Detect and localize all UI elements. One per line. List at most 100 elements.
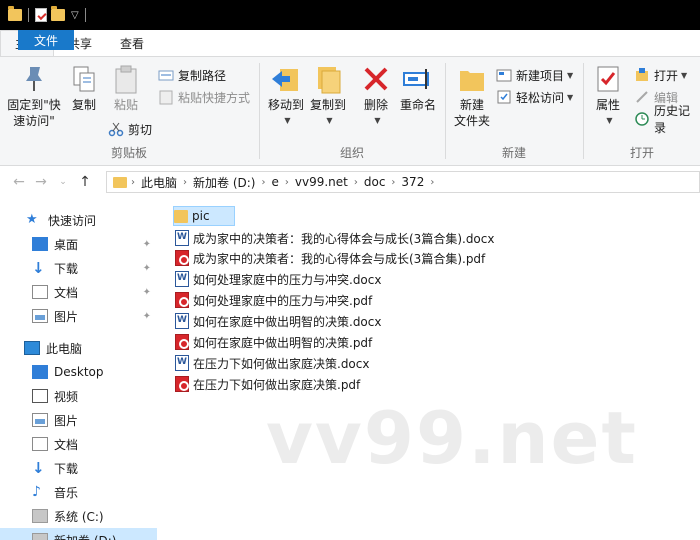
address-bar[interactable]: › 此电脑 › 新加卷 (D:) › e › vv99.net › doc › … — [106, 171, 700, 193]
document-icon — [32, 285, 48, 299]
ribbon: 固定到"快 速访问" 复制 粘贴 复制路径 粘贴快捷方式 剪切 剪贴板 移动到 … — [0, 56, 700, 166]
delete-label: 删除 — [363, 98, 388, 112]
breadcrumb-e[interactable]: e — [271, 175, 278, 189]
nav-item-pc-downloads[interactable]: ↓ 下载 — [0, 456, 157, 480]
nav-item-drive-d[interactable]: 新加卷 (D:) — [0, 528, 157, 540]
paste-button[interactable]: 粘贴 — [108, 63, 144, 113]
cut-button[interactable]: 剪切 — [108, 119, 152, 139]
new-folder-label: 新建 文件夹 — [453, 98, 490, 128]
properties-button[interactable]: 属性 ▼ — [590, 63, 626, 129]
picture-icon — [32, 309, 48, 323]
move-to-button[interactable]: 移动到 ▼ — [266, 63, 306, 129]
list-item[interactable]: 如何处理家庭中的压力与冲突.pdf — [175, 290, 372, 310]
nav-item-pc-pictures[interactable]: 图片 — [0, 408, 157, 432]
navigation-bar: ← → ⌄ ↑ › 此电脑 › 新加卷 (D:) › e › vv99.net … — [0, 167, 700, 197]
forward-arrow-icon[interactable]: → — [30, 174, 52, 190]
copy-label: 复制 — [71, 98, 96, 112]
breadcrumb-doc[interactable]: doc — [364, 175, 386, 189]
copy-path-button[interactable]: 复制路径 — [158, 65, 226, 85]
rename-label: 重命名 — [399, 98, 436, 112]
pdf-icon — [175, 250, 189, 266]
rename-button[interactable]: 重命名 — [398, 63, 438, 113]
easy-access-button[interactable]: 轻松访问 ▼ — [496, 87, 573, 107]
pin-to-quick-access-button[interactable]: 固定到"快 速访问" — [6, 63, 62, 129]
breadcrumb-vv99[interactable]: vv99.net — [295, 175, 348, 189]
chevron-right-icon[interactable]: › — [131, 177, 135, 188]
nav-item-pc-documents[interactable]: 文档 — [0, 432, 157, 456]
copy-to-button[interactable]: 复制到 ▼ — [308, 63, 348, 129]
copy-button[interactable]: 复制 — [66, 63, 102, 113]
history-button[interactable]: 历史记录 — [634, 104, 700, 135]
nav-item-documents[interactable]: 文档 ✦ — [0, 280, 157, 304]
list-item[interactable]: 如何在家庭中做出明智的决策.docx — [175, 311, 381, 331]
file-name: 成为家中的决策者：我的心得体会与成长(3篇合集).docx — [193, 231, 495, 246]
file-name: 如何处理家庭中的压力与冲突.docx — [193, 272, 382, 287]
list-item[interactable]: 如何在家庭中做出明智的决策.pdf — [175, 332, 372, 352]
list-item[interactable]: 在压力下如何做出家庭决策.pdf — [175, 374, 360, 394]
new-item-button[interactable]: 新建项目 ▼ — [496, 65, 573, 85]
tab-file[interactable]: 文件 — [18, 30, 74, 50]
list-item[interactable]: 在压力下如何做出家庭决策.docx — [175, 353, 369, 373]
chevron-right-icon[interactable]: › — [391, 177, 395, 188]
delete-dropdown-icon: ▼ — [374, 116, 381, 125]
cut-label: 剪切 — [128, 122, 153, 137]
customize-dropdown-icon[interactable]: ▽ — [71, 10, 79, 21]
properties-icon[interactable] — [35, 8, 47, 22]
chevron-right-icon[interactable]: › — [183, 177, 187, 188]
open-button[interactable]: 打开 ▼ — [634, 65, 687, 85]
breadcrumb-372[interactable]: 372 — [401, 175, 424, 189]
list-item[interactable]: 成为家中的决策者：我的心得体会与成长(3篇合集).pdf — [175, 248, 485, 268]
up-arrow-icon[interactable]: ↑ — [74, 174, 96, 190]
download-icon: ↓ — [32, 459, 45, 477]
file-name: 如何在家庭中做出明智的决策.docx — [193, 314, 382, 329]
nav-item-label: 下载 — [54, 461, 79, 476]
history-label: 历史记录 — [654, 104, 691, 135]
tab-view[interactable]: 查看 — [106, 30, 158, 56]
clipboard-group-label: 剪贴板 — [110, 146, 147, 160]
chevron-right-icon[interactable]: › — [261, 177, 265, 188]
this-pc-label: 此电脑 — [46, 341, 83, 356]
picture-icon — [32, 413, 48, 427]
nav-item-music[interactable]: ♪ 音乐 — [0, 480, 157, 504]
nav-item-downloads[interactable]: ↓ 下载 ✦ — [0, 256, 157, 280]
clipboard-icon — [110, 63, 142, 95]
breadcrumb-drive-d[interactable]: 新加卷 (D:) — [193, 174, 255, 191]
new-folder-icon — [456, 63, 488, 95]
nav-item-drive-c[interactable]: 系统 (C:) — [0, 504, 157, 528]
nav-item-pictures[interactable]: 图片 ✦ — [0, 304, 157, 328]
folder-icon — [174, 209, 188, 223]
open-label: 打开 — [654, 68, 679, 83]
properties-icon — [592, 63, 624, 95]
word-document-icon — [175, 271, 189, 287]
breadcrumb-this-pc[interactable]: 此电脑 — [141, 174, 177, 191]
nav-item-pc-desktop[interactable]: Desktop — [0, 360, 157, 384]
recent-locations-chevron-icon[interactable]: ⌄ — [52, 177, 74, 187]
drive-icon — [32, 509, 48, 523]
properties-dropdown-icon: ▼ — [606, 116, 613, 125]
nav-item-videos[interactable]: 视频 — [0, 384, 157, 408]
delete-button[interactable]: 删除 ▼ — [358, 63, 394, 129]
nav-item-desktop[interactable]: 桌面 ✦ — [0, 232, 157, 256]
history-icon — [634, 111, 650, 127]
quick-access-item[interactable]: ★ 快速访问 — [0, 208, 157, 232]
chevron-right-icon[interactable]: › — [285, 177, 289, 188]
nav-item-label: 文档 — [54, 437, 79, 452]
chevron-right-icon[interactable]: › — [430, 177, 434, 188]
file-name: 在压力下如何做出家庭决策.docx — [193, 356, 370, 371]
list-item[interactable]: 如何处理家庭中的压力与冲突.docx — [175, 269, 381, 289]
list-item-folder[interactable]: pic — [173, 206, 235, 226]
back-arrow-icon[interactable]: ← — [8, 174, 30, 190]
file-name: 如何处理家庭中的压力与冲突.pdf — [193, 293, 373, 308]
pdf-icon — [175, 376, 189, 392]
new-folder-button[interactable]: 新建 文件夹 — [450, 63, 494, 129]
new-item-dropdown-icon: ▼ — [567, 70, 574, 80]
easy-access-icon — [496, 89, 512, 105]
organize-group-label: 组织 — [339, 146, 364, 160]
new-folder-icon[interactable] — [51, 6, 65, 21]
chevron-right-icon[interactable]: › — [354, 177, 358, 188]
paste-shortcut-button[interactable]: 粘贴快捷方式 — [158, 87, 250, 107]
list-item[interactable]: 成为家中的决策者：我的心得体会与成长(3篇合集).docx — [175, 228, 494, 248]
edit-icon — [634, 89, 650, 105]
new-item-label: 新建项目 — [516, 68, 565, 83]
this-pc-item[interactable]: 此电脑 — [0, 336, 157, 360]
